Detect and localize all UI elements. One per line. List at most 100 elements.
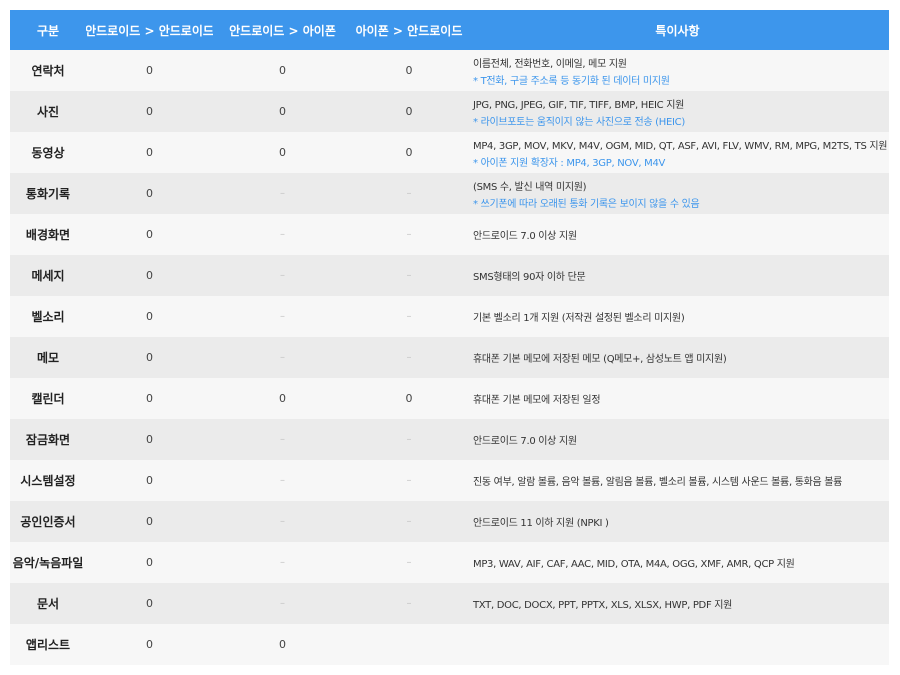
notes-wrapper: MP4, 3GP, MOV, MKV, M4V, OGM, MID, QT, A… [473,137,887,169]
support-a2a: 0 [146,187,153,200]
table-header: 구분 안드로이드 > 안드로이드 안드로이드 > 아이폰 아이폰 > 안드로이드… [10,10,889,50]
support-a2i: – [280,516,285,527]
table-row: 배경화면 0 – – 안드로이드 7.0 이상 지원 [10,214,889,255]
table-row: 통화기록 0 – – (SMS 수, 발신 내역 미지원) * 쓰기폰에 따라 오래된 통… [10,173,889,214]
note-text: 이름전체, 전화번호, 이메일, 메모 지원 [473,58,627,70]
header-android-to-android: 안드로이드 > 안드로이드 [86,23,213,38]
row-notes: 휴대폰 기본 메모에 저장된 메모 (Q메모+, 삼성노트 앱 미지원) [466,337,889,378]
support-i2a: 0 [405,392,413,405]
support-i2a: – [406,598,412,609]
support-a2a: 0 [146,310,153,323]
support-i2a: – [406,557,412,568]
row-category: 메모 [36,351,60,365]
support-a2i: – [280,352,285,363]
support-i2a: – [406,311,412,322]
row-notes: (SMS 수, 발신 내역 미지원) * 쓰기폰에 따라 오래된 통화 기록은 보… [466,173,889,214]
support-i2a: – [406,434,412,445]
support-a2a: 0 [146,351,153,364]
notes-wrapper: (SMS 수, 발신 내역 미지원) * 쓰기폰에 따라 오래된 통화 기록은 보… [473,178,700,210]
note-text: SMS형태의 90자 이하 단문 [473,272,586,283]
header-iphone-to-android: 아이폰 > 안드로이드 [355,23,463,38]
support-i2a [352,624,466,665]
support-a2a: 0 [146,146,153,159]
notes-wrapper: 휴대폰 기본 메모에 저장된 메모 (Q메모+, 삼성노트 앱 미지원) [473,350,727,365]
row-category: 잠금화면 [25,433,71,447]
support-a2a: 0 [146,64,153,77]
notes-wrapper: SMS형태의 90자 이하 단문 [473,268,586,283]
support-a2i: – [280,557,285,568]
compatibility-table: 구분 안드로이드 > 안드로이드 안드로이드 > 아이폰 아이폰 > 안드로이드… [10,10,889,665]
notes-wrapper: MP3, WAV, AIF, CAF, AAC, MID, OTA, M4A, … [473,555,795,570]
support-a2i: – [280,475,285,486]
notes-wrapper: TXT, DOC, DOCX, PPT, PPTX, XLS, XLSX, HW… [473,596,732,611]
support-a2a: 0 [146,269,153,282]
note-subtext: * 쓰기폰에 따라 오래된 통화 기록은 보이지 않을 수 있음 [473,198,700,210]
support-a2i: 0 [279,392,286,405]
support-a2i: 0 [279,638,286,651]
table-row: 메모 0 – – 휴대폰 기본 메모에 저장된 메모 (Q메모+, 삼성노트 앱 미지원… [10,337,889,378]
row-notes: SMS형태의 90자 이하 단문 [466,255,889,296]
row-notes: 기본 벨소리 1개 지원 (저작권 설정된 벨소리 미지원) [466,296,889,337]
support-i2a: – [406,475,412,486]
support-i2a: – [406,188,412,199]
row-notes: MP4, 3GP, MOV, MKV, M4V, OGM, MID, QT, A… [466,132,889,173]
table-body: 연락처 0 0 0 이름전체, 전화번호, 이메일, 메모 지원 * T전화, 구글 주소… [10,50,889,665]
header-category: 구분 [36,23,60,38]
note-text: TXT, DOC, DOCX, PPT, PPTX, XLS, XLSX, HW… [473,600,733,611]
row-category: 통화기록 [25,187,71,201]
row-category: 캘린더 [31,392,65,406]
note-text: 안드로이드 7.0 이상 지원 [473,231,577,242]
row-category: 배경화면 [25,228,71,242]
table-row: 잠금화면 0 – – 안드로이드 7.0 이상 지원 [10,419,889,460]
notes-wrapper: 안드로이드 7.0 이상 지원 [473,432,577,447]
support-a2a: 0 [146,556,153,569]
support-i2a: – [406,516,412,527]
notes-wrapper: 안드로이드 11 이하 지원 (NPKI ) [473,514,609,529]
notes-wrapper: 기본 벨소리 1개 지원 (저작권 설정된 벨소리 미지원) [473,309,685,324]
support-a2a: 0 [146,474,153,487]
support-a2a: 0 [146,228,153,241]
row-notes: 진동 여부, 알람 볼륨, 음악 볼륨, 알림음 볼륨, 벨소리 볼륨, 시스템… [466,460,889,501]
note-text: 안드로이드 11 이하 지원 (NPKI ) [473,518,609,529]
row-category: 연락처 [31,64,65,78]
support-a2a: 0 [146,515,153,528]
row-notes: 안드로이드 11 이하 지원 (NPKI ) [466,501,889,542]
note-text: JPG, PNG, JPEG, GIF, TIF, TIFF, BMP, HEI… [473,99,685,111]
note-text: 기본 벨소리 1개 지원 (저작권 설정된 벨소리 미지원) [473,313,685,324]
note-text: (SMS 수, 발신 내역 미지원) [473,181,587,193]
support-a2i: – [280,229,285,240]
note-subtext: * 아이폰 지원 확장자 : MP4, 3GP, NOV, M4V [473,157,666,169]
support-i2a: – [406,352,412,363]
support-i2a: 0 [405,146,413,159]
support-a2i: 0 [279,146,286,159]
table-row: 동영상 0 0 0 MP4, 3GP, MOV, MKV, M4V, OGM, MID,… [10,132,889,173]
note-text: 진동 여부, 알람 볼륨, 음악 볼륨, 알림음 볼륨, 벨소리 볼륨, 시스템… [473,477,843,488]
support-a2a: 0 [146,597,153,610]
table-row: 사진 0 0 0 JPG, PNG, JPEG, GIF, TIF, TIFF, BMP… [10,91,889,132]
support-a2i: – [280,598,285,609]
row-notes: 안드로이드 7.0 이상 지원 [466,214,889,255]
table-row: 문서 0 – – TXT, DOC, DOCX, PPT, PPTX, XLS, XLS… [10,583,889,624]
support-i2a: – [406,229,412,240]
row-category: 메세지 [31,269,65,283]
row-notes: JPG, PNG, JPEG, GIF, TIF, TIFF, BMP, HEI… [466,91,889,132]
support-a2i: – [280,311,285,322]
note-subtext: * T전화, 구글 주소록 등 동기화 된 데이터 미지원 [473,75,670,87]
row-category: 동영상 [31,146,65,160]
support-a2i: 0 [279,105,286,118]
table-row: 공인인증서 0 – – 안드로이드 11 이하 지원 (NPKI ) [10,501,889,542]
table-row: 시스템설정 0 – – 진동 여부, 알람 볼륨, 음악 볼륨, 알림음 볼륨, 벨소리… [10,460,889,501]
support-i2a: – [406,270,412,281]
header-notes: 특이사항 [655,23,700,38]
row-category: 문서 [36,597,60,611]
header-android-to-iphone: 안드로이드 > 아이폰 [229,23,336,38]
notes-wrapper: 진동 여부, 알람 볼륨, 음악 볼륨, 알림음 볼륨, 벨소리 볼륨, 시스템… [473,473,842,488]
notes-wrapper: JPG, PNG, JPEG, GIF, TIF, TIFF, BMP, HEI… [473,96,685,128]
notes-wrapper: 안드로이드 7.0 이상 지원 [473,227,577,242]
row-category: 공인인증서 [20,515,76,529]
note-text: MP3, WAV, AIF, CAF, AAC, MID, OTA, M4A, … [473,559,795,570]
note-subtext: * 라이브포토는 움직이지 않는 사진으로 전송 (HEIC) [473,116,685,128]
support-a2i: – [280,270,285,281]
note-text: 휴대폰 기본 메모에 저장된 일정 [473,395,601,406]
row-notes [466,624,889,665]
